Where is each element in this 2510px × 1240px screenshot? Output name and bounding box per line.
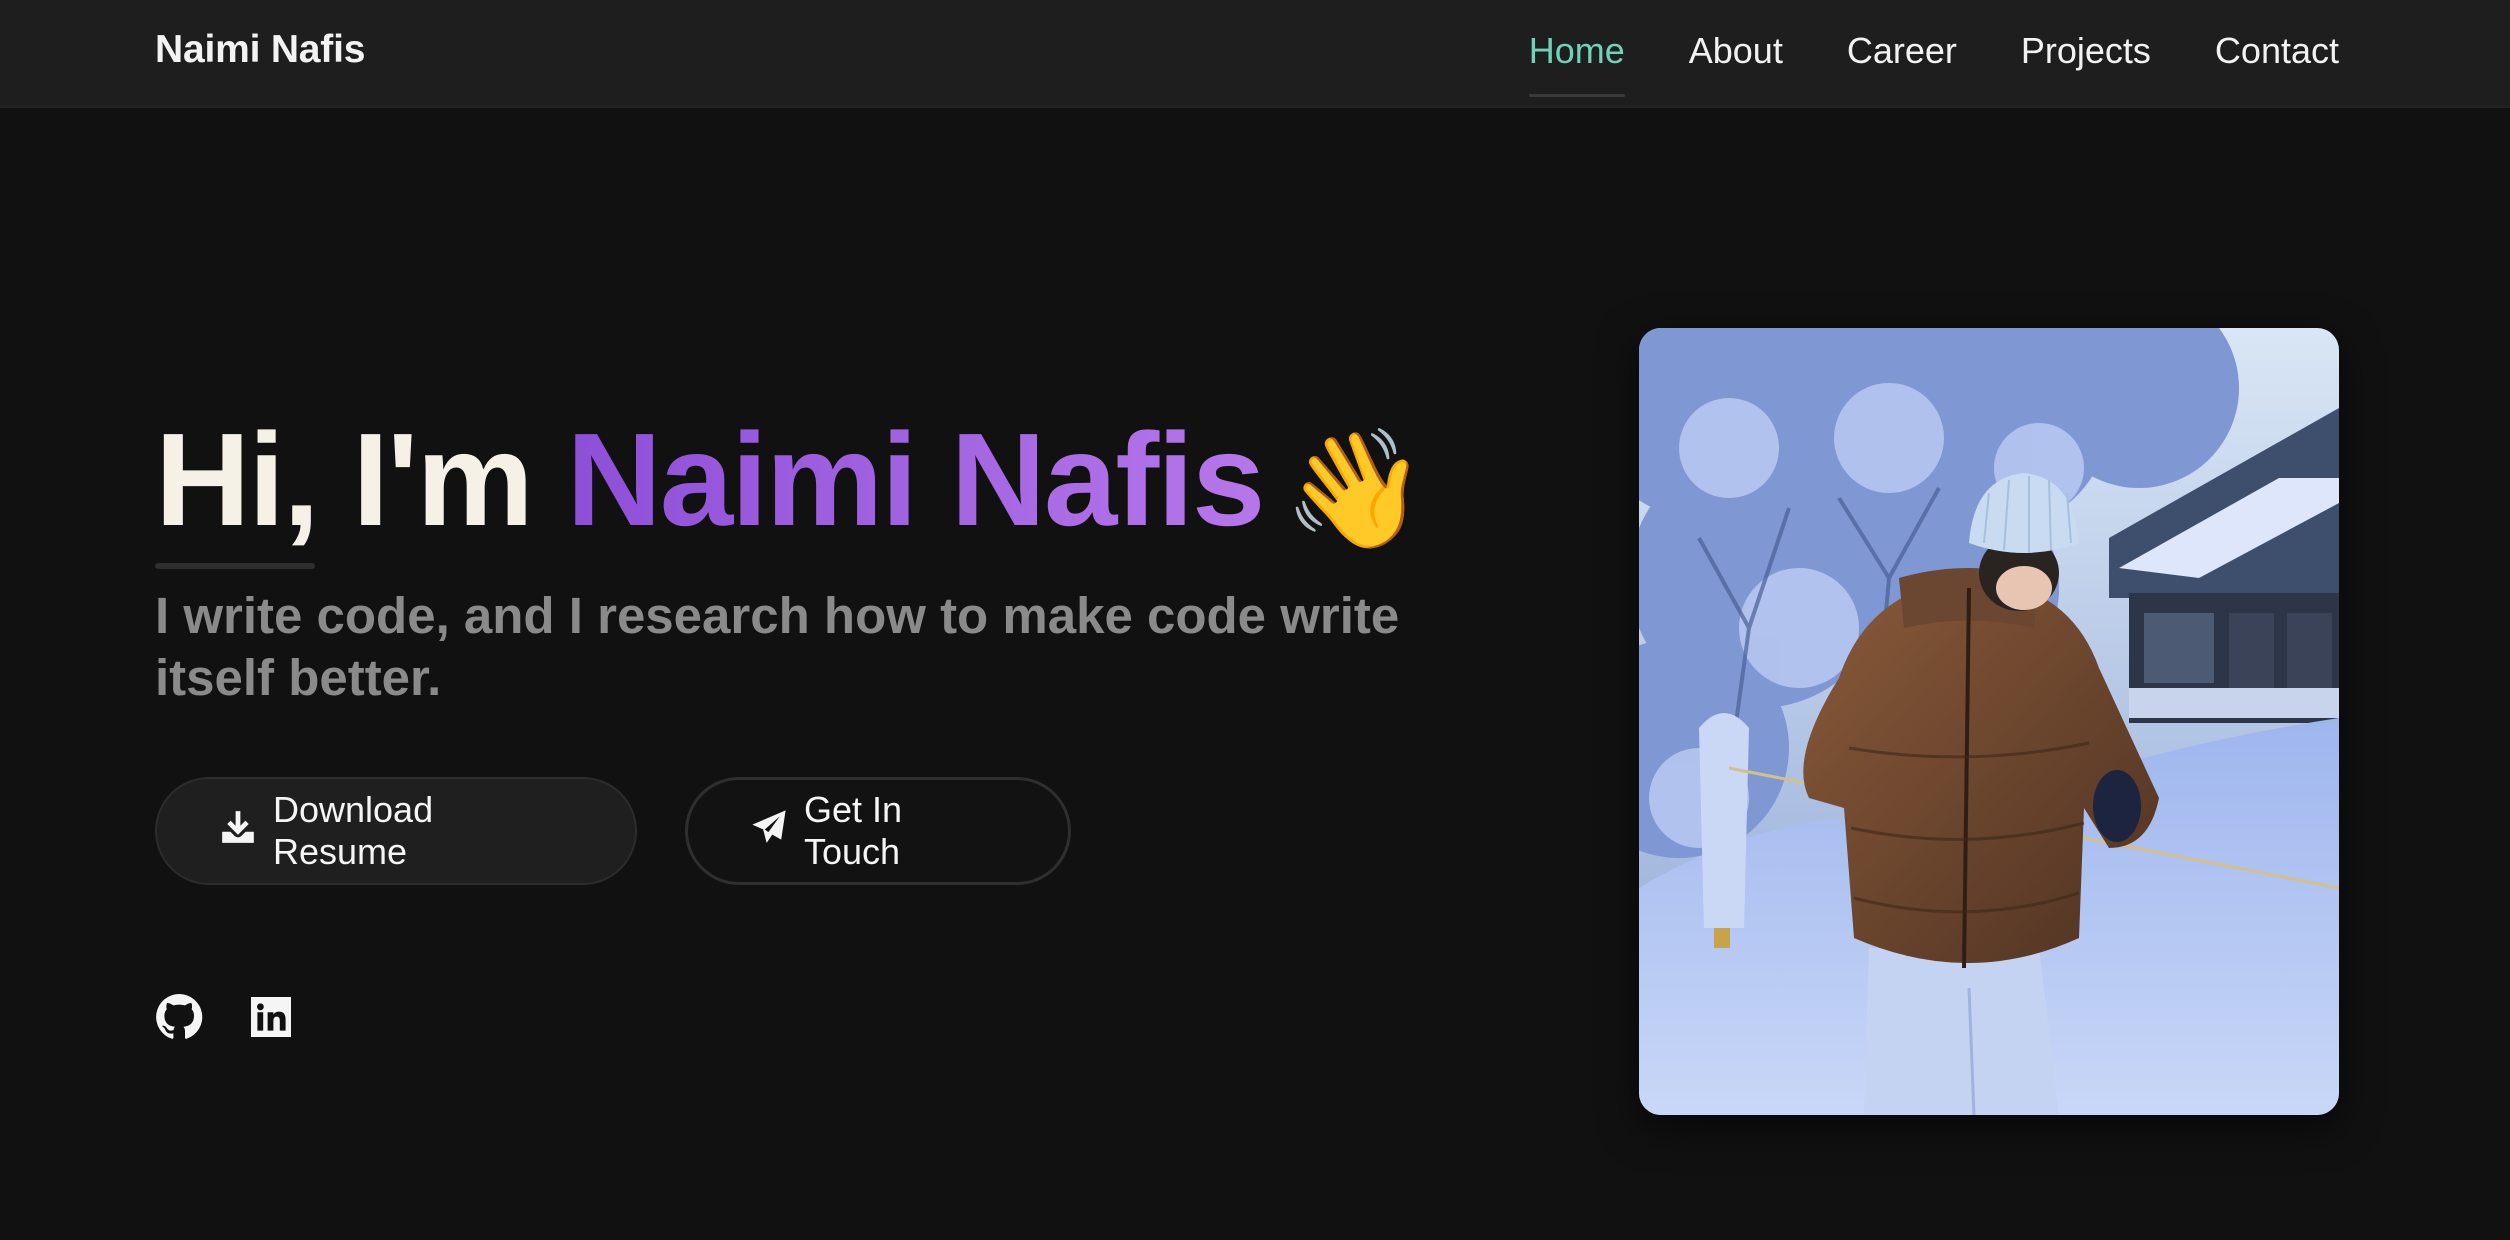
brand-logo[interactable]: Naimi Nafis <box>155 28 365 72</box>
profile-photo-image <box>1639 328 2339 1115</box>
active-nav-indicator <box>1528 94 1625 97</box>
nav-home[interactable]: Home <box>1529 28 1625 74</box>
download-icon <box>219 808 257 855</box>
hero-name: Naimi Nafis <box>566 406 1265 553</box>
social-links <box>155 993 295 1041</box>
nav-career[interactable]: Career <box>1847 28 1957 74</box>
hero-buttons: Download Resume Get In Touch <box>155 777 1575 885</box>
hero-section: Hi, I'm Naimi Nafis 👋 I write code, and I… <box>155 400 1575 885</box>
navbar: Naimi Nafis Home About Career Projects C… <box>0 0 2510 108</box>
nav-contact[interactable]: Contact <box>2215 28 2339 74</box>
profile-photo <box>1639 328 2339 1115</box>
hero-greeting: Hi, I'm <box>155 406 567 553</box>
download-resume-button[interactable]: Download Resume <box>155 777 637 885</box>
nav-projects[interactable]: Projects <box>2021 28 2151 74</box>
waving-hand-icon: 👋 <box>1283 424 1427 554</box>
hero-title: Hi, I'm Naimi Nafis 👋 <box>155 400 1575 569</box>
nav-about[interactable]: About <box>1689 28 1783 74</box>
hero-subtitle: I write code, and I research how to make… <box>155 587 1400 706</box>
get-in-touch-label: Get In Touch <box>804 789 903 872</box>
get-in-touch-button[interactable]: Get In Touch <box>685 777 1071 885</box>
github-icon[interactable] <box>155 993 203 1041</box>
paper-plane-icon <box>750 808 788 855</box>
linkedin-icon[interactable] <box>247 993 295 1041</box>
download-resume-label: Download Resume <box>273 789 434 872</box>
nav-links: Home About Career Projects Contact <box>1529 28 2339 74</box>
